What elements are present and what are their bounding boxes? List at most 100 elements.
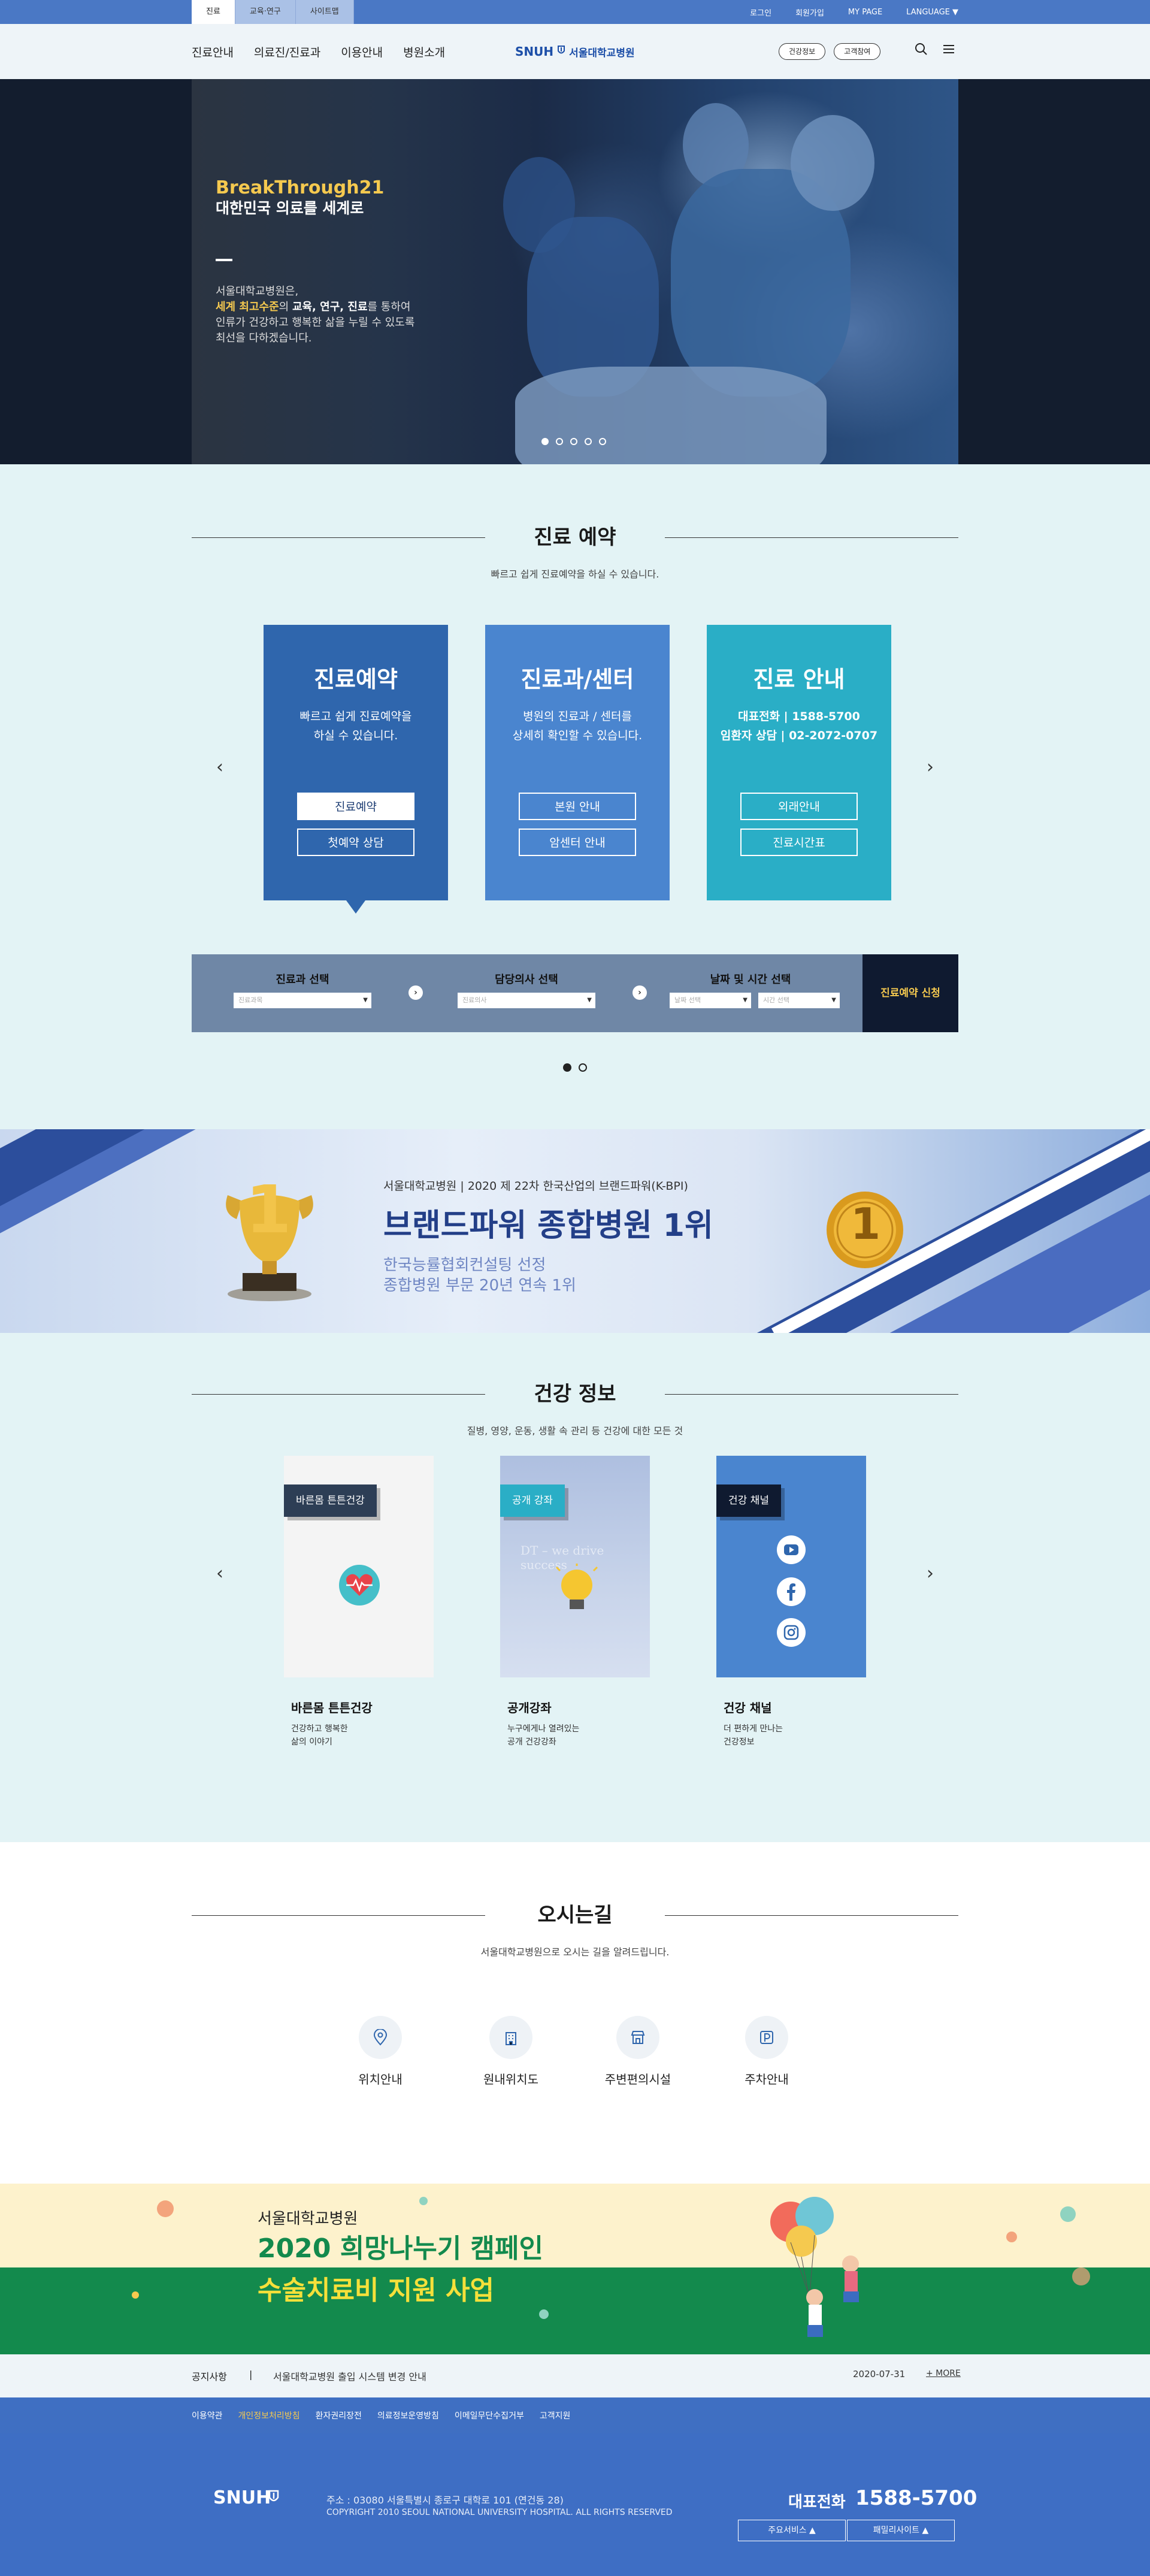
youtube-icon[interactable] (776, 1535, 806, 1565)
health-desc: 질병, 영양, 운동, 생활 속 관리 등 건강에 대한 모든 것 (467, 1425, 683, 1437)
nav-item-usage-guide[interactable]: 이용안내 (341, 44, 383, 60)
email-refusal-link[interactable]: 이메일무단수집거부 (455, 2409, 524, 2421)
notice-separator: | (249, 2369, 253, 2380)
doctor-select[interactable]: 진료의사 (458, 993, 595, 1008)
hero-dot-2[interactable] (556, 438, 563, 445)
health-card-lecture[interactable]: 공개 강좌 DT – we drive success (500, 1456, 650, 1677)
book-appointment-button[interactable]: 진료예약 (297, 793, 414, 820)
quick-reservation-bar: 진료과 선택 진료과목 › 담당의사 선택 진료의사 › 날짜 및 시간 선택 … (192, 954, 958, 1032)
footer-links-bar: 이용약관 개인정보처리방침 환자권리장전 의료정보운영방침 이메일무단수집거부 … (0, 2397, 1150, 2433)
medal-number: 1 (851, 1199, 881, 1249)
nav-item-doctors[interactable]: 의료진/진료과 (254, 44, 320, 60)
building-icon (506, 2032, 516, 2045)
parking-icon (760, 2031, 773, 2044)
card-departments: 진료과/센터 병원의 진료과 / 센터를 상세히 확인할 수 있습니다. 본원 … (485, 625, 670, 900)
nearby-facilities-link[interactable]: 주변편의시설 (587, 2016, 689, 2087)
hero-tagline: 대한민국 의료를 세계로 (216, 199, 364, 217)
notice-bar: 공지사항 | 서울대학교병원 출입 시스템 변경 안내 2020-07-31 +… (0, 2354, 1150, 2397)
footer-emblem-icon (268, 2490, 279, 2502)
campus-map-link[interactable]: 원내위치도 (460, 2016, 562, 2087)
health-card-title[interactable]: 공개강좌 (507, 1698, 552, 1716)
card-title: 진료예약 (314, 666, 398, 693)
hero-dot-3[interactable] (570, 438, 577, 445)
hero-text-line-1: 서울대학교병원은, (216, 285, 299, 298)
clinic-schedule-button[interactable]: 진료시간표 (740, 829, 858, 856)
hero-text-line-2: 세계 최고수준의 교육, 연구, 진료를 통하여 (216, 301, 411, 313)
health-prev-arrow[interactable]: ‹ (211, 1563, 229, 1584)
notice-headline-link[interactable]: 서울대학교병원 출입 시스템 변경 안내 (273, 2369, 426, 2383)
main-services-dropdown[interactable]: 주요서비스 ▲ (738, 2520, 846, 2541)
reservation-dot-2[interactable] (579, 1063, 587, 1072)
family-sites-dropdown[interactable]: 패밀리사이트 ▲ (847, 2520, 955, 2541)
health-card-channel[interactable]: 건강 채널 (716, 1456, 866, 1677)
card-phone: 임환자 상담 | 02-2072-0707 (720, 729, 878, 742)
logo-emblem-icon (557, 44, 565, 59)
privacy-policy-link[interactable]: 개인정보처리방침 (238, 2409, 300, 2421)
health-card-desc: 더 편하게 만나는 건강정보 (724, 1724, 783, 1747)
reservation-desc: 빠르고 쉽게 진료예약을 하실 수 있습니다. (491, 569, 659, 580)
login-link[interactable]: 로그인 (750, 7, 771, 18)
footer-links: 이용약관 개인정보처리방침 환자권리장전 의료정보운영방침 이메일무단수집거부 … (192, 2397, 570, 2433)
location-guide-link[interactable]: 위치안내 (329, 2016, 431, 2087)
lightbulb-icon (555, 1564, 598, 1609)
patient-rights-link[interactable]: 환자권리장전 (316, 2409, 362, 2421)
first-visit-consult-button[interactable]: 첫예약 상담 (297, 829, 414, 856)
department-select[interactable]: 진료과목 (234, 993, 371, 1008)
header-buttons: 건강정보 고객참여 (779, 43, 881, 60)
footer-address: 주소 : 03080 서울특별시 종로구 대학로 101 (연건동 28) (326, 2495, 564, 2506)
search-icon[interactable] (914, 42, 928, 59)
outpatient-guide-button[interactable]: 외래안내 (740, 793, 858, 820)
instagram-icon[interactable] (776, 1617, 806, 1647)
banner-headline: 브랜드파워 종합병원 1위 (383, 1208, 713, 1244)
hero-dot-4[interactable] (585, 438, 592, 445)
menu-icon[interactable] (942, 42, 956, 59)
tab-clinic[interactable]: 진료 (192, 0, 235, 24)
notice-more-link[interactable]: + MORE (926, 2369, 961, 2378)
health-next-arrow[interactable]: › (921, 1563, 939, 1584)
select-doctor-col: 담당의사 선택 진료의사 (416, 954, 637, 1032)
card-clinic-info: 진료 안내 대표전화 | 1588-5700 임환자 상담 | 02-2072-… (707, 625, 891, 900)
tab-sitemap[interactable]: 사이트맵 (295, 0, 354, 24)
parking-guide-link[interactable]: 주차안내 (716, 2016, 818, 2087)
health-heading: 건강 정보 (192, 1381, 958, 1407)
footer-copyright: COPYRIGHT 2010 SEOUL NATIONAL UNIVERSITY… (326, 2508, 673, 2517)
health-info-button[interactable]: 건강정보 (779, 43, 826, 60)
date-select[interactable]: 날짜 선택 (670, 993, 751, 1008)
balloon-kids-illustration (770, 2197, 859, 2337)
location-pin-icon (373, 2029, 388, 2046)
health-card-title[interactable]: 바른몸 튼튼건강 (291, 1698, 373, 1716)
tab-education-research[interactable]: 교육·연구 (235, 0, 296, 24)
reservation-prev-arrow[interactable]: ‹ (211, 757, 229, 778)
campaign-banner[interactable]: 서울대학교병원 2020 희망나누기 캠페인 수술치료비 지원 사업 (0, 2184, 1150, 2354)
health-card-title[interactable]: 건강 채널 (724, 1698, 772, 1716)
notice-label: 공지사항 (192, 2371, 227, 2383)
nav-item-clinic-guide[interactable]: 진료안내 (192, 44, 234, 60)
col-title: 날짜 및 시간 선택 (710, 973, 791, 986)
customer-participation-button[interactable]: 고객참여 (834, 43, 881, 60)
main-hospital-guide-button[interactable]: 본원 안내 (519, 793, 636, 820)
mypage-link[interactable]: MY PAGE (848, 8, 882, 17)
card-pointer-icon (346, 900, 365, 914)
customer-support-link[interactable]: 고객지원 (540, 2409, 571, 2421)
nav-item-about[interactable]: 병원소개 (403, 44, 445, 60)
card-reservation: 진료예약 빠르고 쉽게 진료예약을 하실 수 있습니다. 진료예약 첫예약 상담 (264, 625, 448, 914)
reservation-dot-1[interactable] (563, 1063, 571, 1072)
reservation-next-arrow[interactable]: › (921, 757, 939, 778)
signup-link[interactable]: 회원가입 (795, 7, 824, 18)
reservation-apply-button[interactable]: 진료예약 신청 (862, 954, 958, 1032)
hero-dot-5[interactable] (599, 438, 606, 445)
banner-sub-1: 한국능률협회컨설팅 선정 (383, 1256, 546, 1274)
facebook-icon[interactable] (776, 1577, 806, 1607)
time-select[interactable]: 시간 선택 (758, 993, 840, 1008)
hero-dot-1[interactable] (541, 438, 549, 445)
card-tag: 공개 강좌 (500, 1484, 565, 1517)
hospital-logo[interactable]: SNUH 서울대학교병원 (515, 42, 647, 61)
health-card-desc: 건강하고 행복한 삶의 이야기 (291, 1724, 348, 1747)
language-dropdown[interactable]: LANGUAGE ▼ (906, 8, 958, 17)
cancer-center-guide-button[interactable]: 암센터 안내 (519, 829, 636, 856)
health-card-posture[interactable]: 바른몸 튼튼건강 (284, 1456, 434, 1677)
card-desc: 빠르고 쉽게 진료예약을 (299, 710, 412, 723)
terms-link[interactable]: 이용약관 (192, 2409, 223, 2421)
medical-info-policy-link[interactable]: 의료정보운영방침 (377, 2409, 439, 2421)
brand-power-banner[interactable]: 1 서울대학교병원 | 2020 제 22차 한국산업의 브랜드파워(K-BPI… (0, 1129, 1150, 1333)
